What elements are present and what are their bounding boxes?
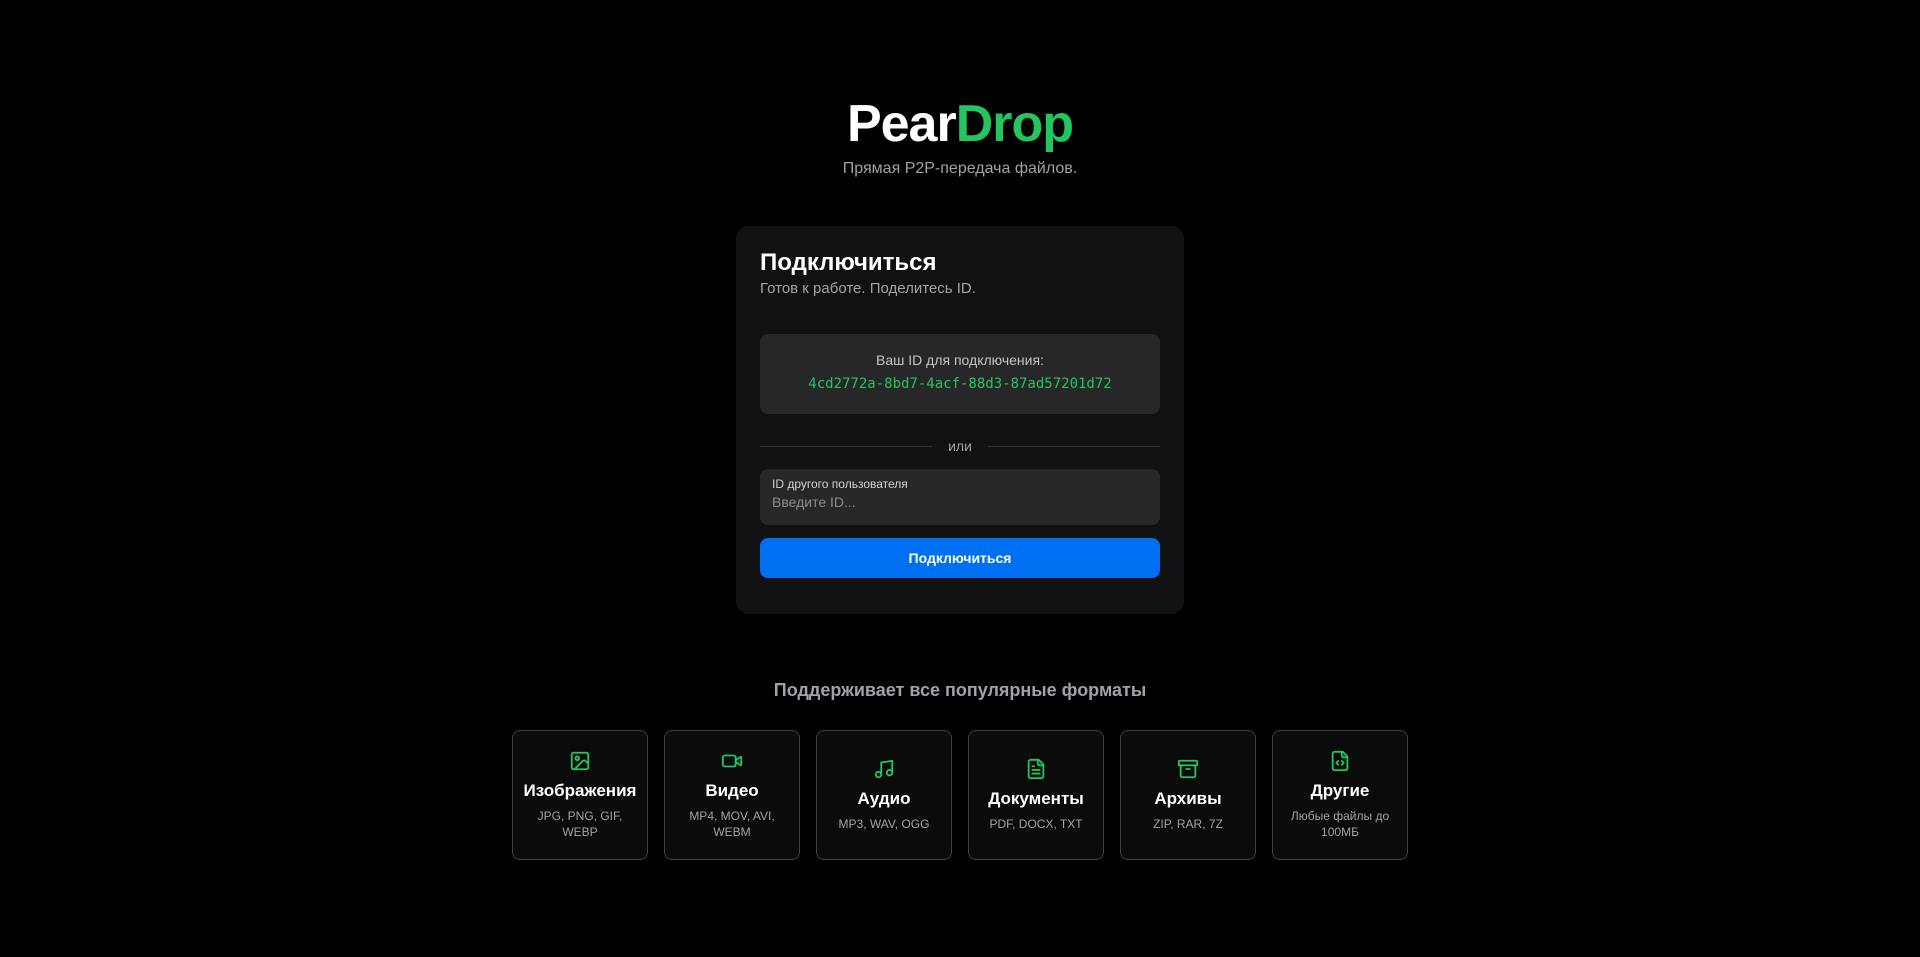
format-name: Изображения xyxy=(523,781,637,800)
logo: PearDrop xyxy=(0,94,1920,154)
format-name: Документы xyxy=(988,789,1084,808)
code-file-icon xyxy=(1329,750,1351,772)
format-card-other: Другие Любые файлы до 100МБ xyxy=(1272,730,1408,860)
format-card-video: Видео MP4, MOV, AVI, WEBM xyxy=(664,730,800,860)
connect-card: Подключиться Готов к работе. Поделитесь … xyxy=(736,226,1184,614)
format-desc: ZIP, RAR, 7Z xyxy=(1153,817,1223,831)
format-desc: MP3, WAV, OGG xyxy=(838,817,930,831)
divider-text: или xyxy=(948,438,972,454)
format-card-images: Изображения JPG, PNG, GIF, WEBP xyxy=(512,730,648,860)
header: PearDrop Прямая P2P-передача файлов. xyxy=(0,94,1920,178)
logo-drop: Drop xyxy=(955,95,1074,153)
format-card-documents: Документы PDF, DOCX, TXT xyxy=(968,730,1104,860)
logo-pear: Pear xyxy=(846,95,957,153)
format-card-archives: Архивы ZIP, RAR, 7Z xyxy=(1120,730,1256,860)
your-id-box: Ваш ID для подключения: 4cd2772a-8bd7-4a… xyxy=(760,334,1160,414)
format-name: Архивы xyxy=(1154,789,1222,808)
format-name: Аудио xyxy=(857,789,911,808)
or-divider: или xyxy=(760,436,1160,456)
app-page: PearDrop Прямая P2P-передача файлов. Под… xyxy=(0,0,1920,957)
format-desc: MP4, MOV, AVI, WEBM xyxy=(689,809,775,839)
peer-id-input[interactable] xyxy=(772,494,1148,510)
image-icon xyxy=(569,750,591,772)
tagline: Прямая P2P-передача файлов. xyxy=(842,160,1078,177)
format-card-audio: Аудио MP3, WAV, OGG xyxy=(816,730,952,860)
connect-button[interactable]: Подключиться xyxy=(760,538,1160,578)
format-desc: JPG, PNG, GIF, WEBP xyxy=(537,809,623,839)
formats-grid: Изображения JPG, PNG, GIF, WEBP Видео MP… xyxy=(512,730,1408,860)
video-icon xyxy=(721,750,743,772)
connection-status: Готов к работе. Поделитесь ID. xyxy=(760,280,976,297)
format-name: Видео xyxy=(705,781,759,800)
document-icon xyxy=(1025,758,1047,780)
music-icon xyxy=(873,758,895,780)
format-name: Другие xyxy=(1310,781,1370,800)
divider-line-left xyxy=(760,445,933,447)
card-title: Подключиться xyxy=(760,249,937,276)
formats-title: Поддерживает все популярные форматы xyxy=(773,680,1147,700)
peer-id-field[interactable]: ID другого пользователя xyxy=(760,469,1160,525)
peer-id-label: ID другого пользователя xyxy=(772,477,908,491)
format-desc: Любые файлы до 100МБ xyxy=(1290,809,1390,839)
your-id-value[interactable]: 4cd2772a-8bd7-4acf-88d3-87ad57201d72 xyxy=(760,376,1160,392)
your-id-label: Ваш ID для подключения: xyxy=(876,352,1044,368)
format-desc: PDF, DOCX, TXT xyxy=(989,817,1083,831)
archive-icon xyxy=(1177,758,1199,780)
divider-line-right xyxy=(987,445,1160,447)
